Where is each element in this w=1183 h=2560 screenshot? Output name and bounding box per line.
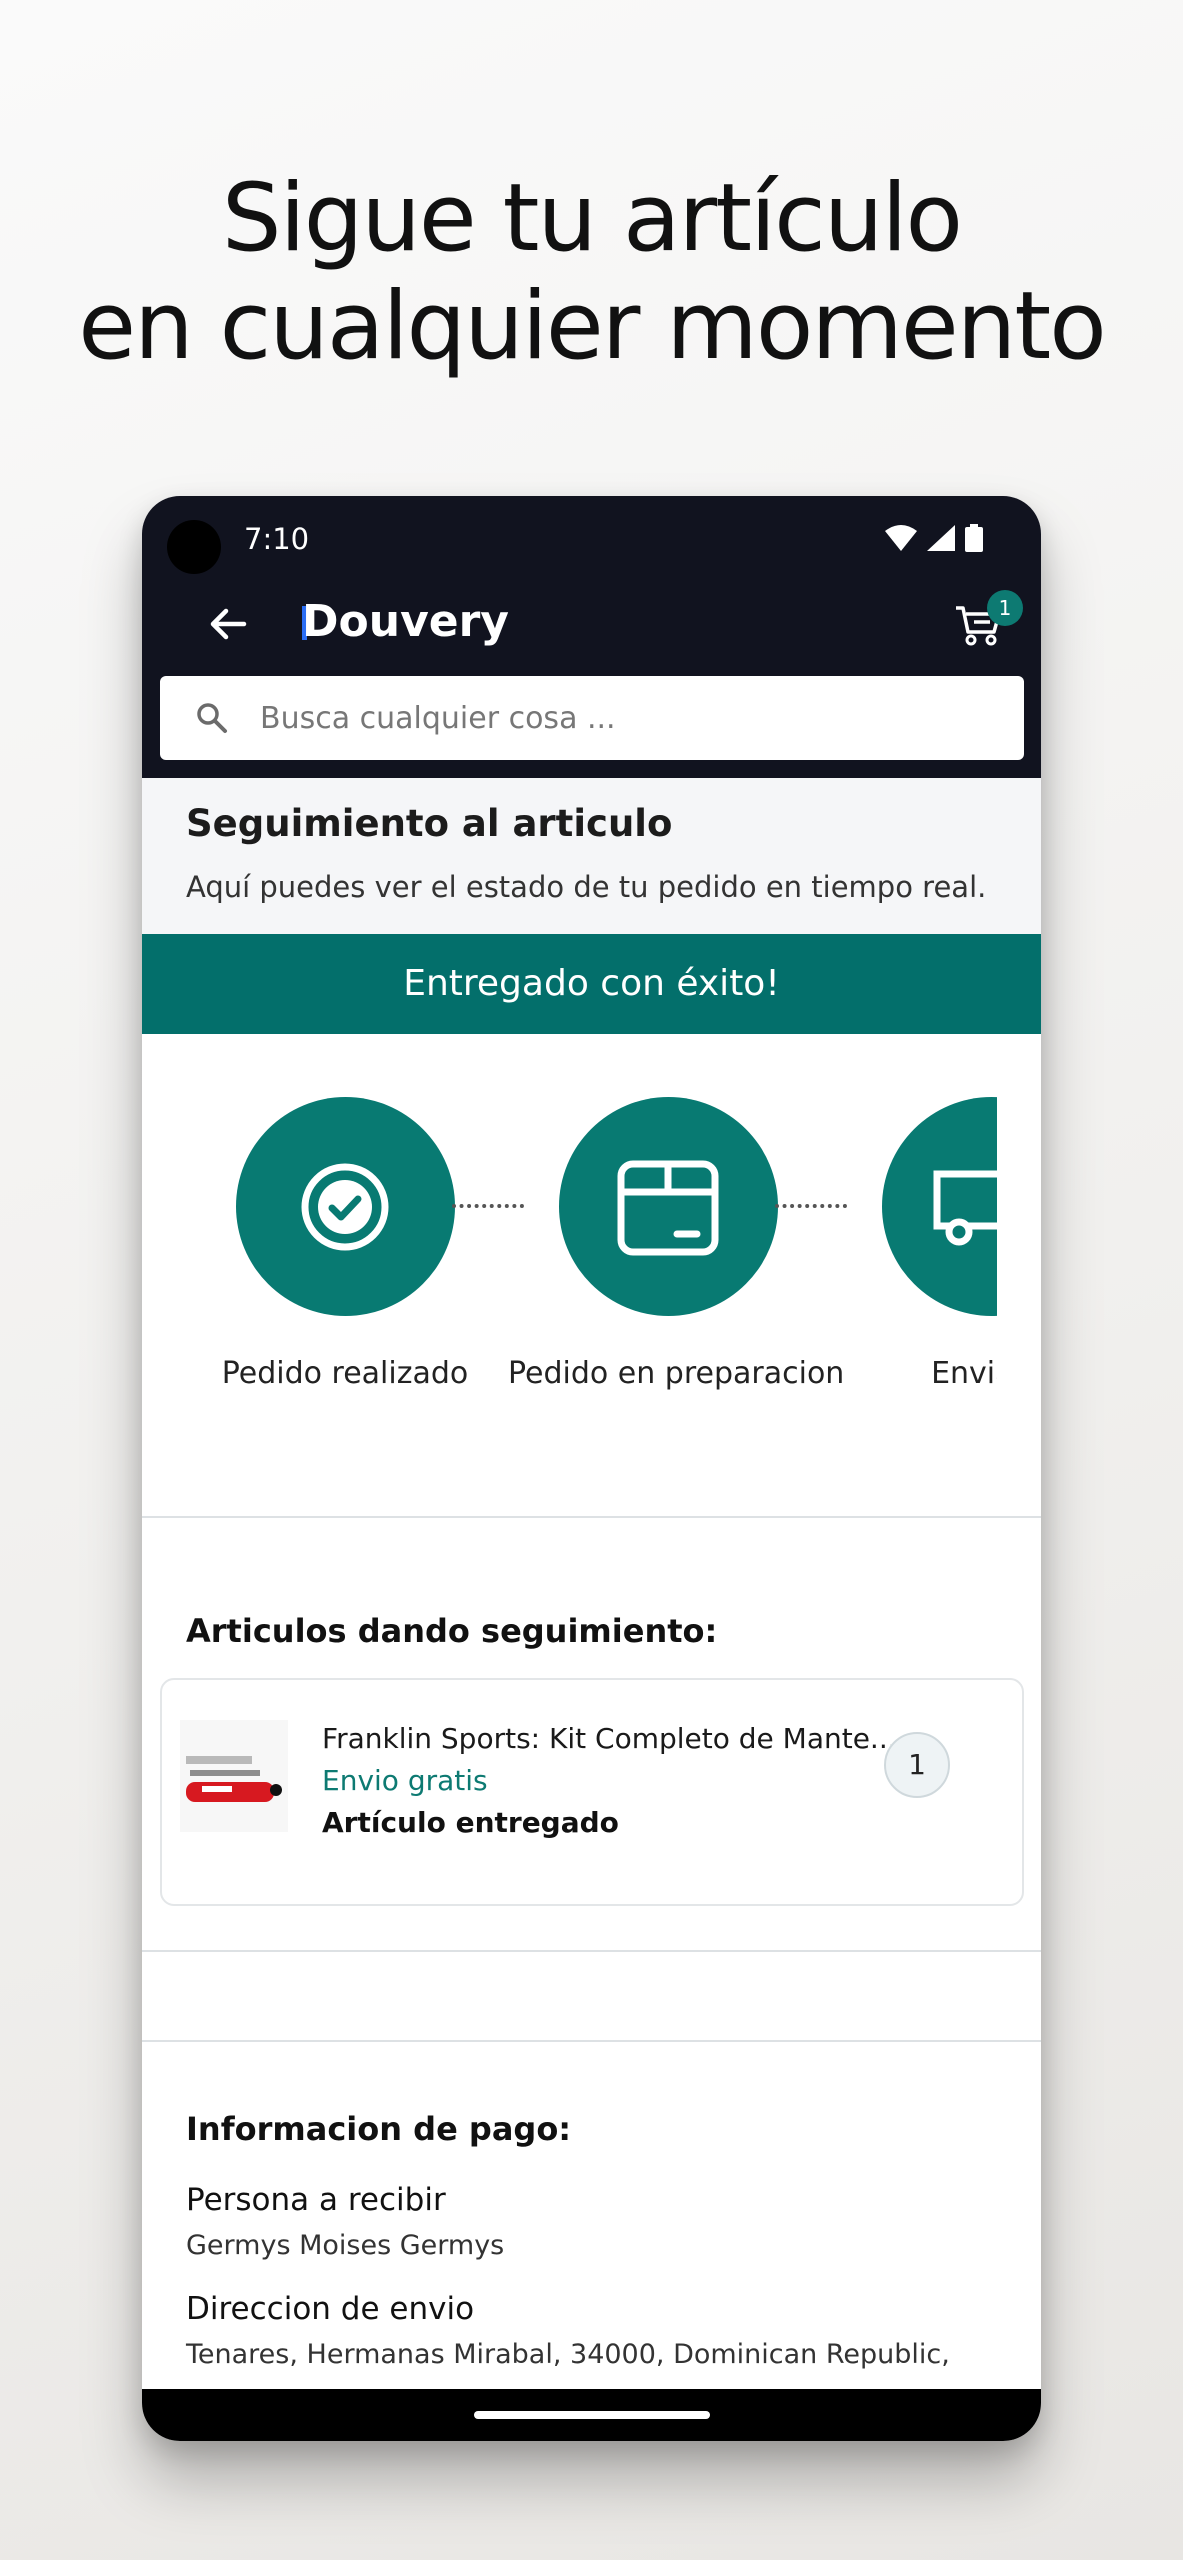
step-circle (881, 1097, 997, 1316)
recipient-label: Persona a recibir (186, 2182, 446, 2218)
battery-icon (965, 524, 983, 552)
tracked-item-card[interactable]: Franklin Sports: Kit Completo de Mante..… (160, 1678, 1024, 1906)
package-icon (617, 1160, 719, 1255)
step-label: Pedido realizado (221, 1356, 469, 1391)
item-name[interactable]: Franklin Sports: Kit Completo de Mante..… (322, 1722, 897, 1755)
tracking-subtitle: Aquí puedes ver el estado de tu pedido e… (186, 870, 987, 904)
step-preparing: Pedido en preparacion (508, 1097, 845, 1391)
gesture-nav-bar (142, 2389, 1041, 2441)
headline-line-2: en cualquier momento (78, 272, 1106, 381)
step-shipped: Enviado (831, 1097, 997, 1391)
product-thumbnail (180, 1720, 288, 1832)
signal-icon (927, 525, 955, 551)
address-label: Direccion de envio (186, 2291, 475, 2327)
item-status: Artículo entregado (322, 1806, 619, 1839)
headline-line-1: Sigue tu artículo (221, 164, 963, 273)
item-quantity-badge: 1 (884, 1732, 950, 1798)
tracked-items-title: Articulos dando seguimiento: (186, 1612, 718, 1650)
cart-count-badge: 1 (987, 590, 1023, 626)
item-shipping: Envio gratis (322, 1764, 488, 1797)
truck-icon (933, 1170, 997, 1245)
check-circle-icon (301, 1163, 389, 1250)
divider (142, 2040, 1041, 2042)
home-indicator[interactable] (474, 2411, 710, 2419)
search-input[interactable] (260, 692, 980, 744)
address-value: Tenares, Hermanas Mirabal, 34000, Domini… (186, 2339, 950, 2370)
promo-headline: Sigue tu artículo en cualquier momento (0, 165, 1183, 381)
steps-scroll-area[interactable]: Pedido realizado Pedido en preparacion E… (142, 1034, 997, 1530)
recipient-value: Germys Moises Germys (186, 2230, 505, 2261)
tracking-steps[interactable]: Pedido realizado Pedido en preparacion E… (142, 1034, 1041, 1530)
app-bar: Douvery 1 (142, 576, 1041, 668)
divider (142, 1516, 1041, 1518)
step-label: Pedido en preparacion (508, 1356, 845, 1391)
app-header: 7:10 Douvery 1 (142, 496, 1041, 778)
step-label: Enviado (931, 1356, 997, 1391)
status-icons (885, 524, 983, 552)
step-order-placed: Pedido realizado (185, 1097, 505, 1391)
wifi-icon (885, 525, 917, 551)
payment-info-title: Informacion de pago: (186, 2110, 572, 2148)
back-arrow-icon[interactable] (204, 600, 252, 648)
status-time: 7:10 (244, 522, 310, 556)
step-circle (558, 1097, 778, 1316)
phone-frame: 7:10 Douvery 1 Seguimiento al articulo A… (142, 496, 1041, 2441)
step-circle (235, 1097, 455, 1316)
app-logo[interactable]: Douvery (302, 596, 509, 647)
search-bar[interactable] (160, 676, 1024, 760)
tracking-title: Seguimiento al articulo (186, 802, 673, 845)
camera-cutout (167, 520, 221, 574)
search-icon (197, 703, 227, 733)
tracking-intro: Seguimiento al articulo Aquí puedes ver … (142, 778, 1041, 934)
delivery-status-banner: Entregado con éxito! (142, 934, 1041, 1034)
divider (142, 1950, 1041, 1952)
